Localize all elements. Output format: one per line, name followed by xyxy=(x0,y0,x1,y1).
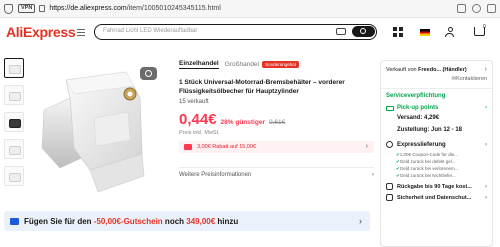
shield-icon xyxy=(386,194,393,201)
tax-note: Preis inkl. MwSt. xyxy=(179,130,220,136)
user-icon[interactable] xyxy=(445,27,455,38)
more-price-info[interactable]: Weitere Preisinformationen › xyxy=(179,172,374,178)
url-domain: https://de.aliexpress.com xyxy=(49,5,127,12)
banner-discount: -50,00€-Gutschein xyxy=(93,216,163,226)
bookmark-icon[interactable] xyxy=(472,4,481,13)
vpn-badge[interactable]: VPN xyxy=(18,4,36,13)
express-benefits-list: 1,00€ Coupon-Code für die... Geld zurück… xyxy=(396,151,487,179)
purchase-type-tabs: Einzelhandel Großhandel Sonderangebot xyxy=(179,58,374,70)
banner-middle: noch xyxy=(162,216,187,226)
chevron-right-icon: › xyxy=(485,141,487,148)
split-view-icon[interactable] xyxy=(457,4,466,13)
chevron-right-icon: › xyxy=(484,66,487,73)
list-item: Geld zurück bei Nichtliefer... xyxy=(396,172,487,179)
url-text[interactable]: https://de.aliexpress.com/item/100501024… xyxy=(49,5,221,12)
banner-prefix: Fügen Sie für den xyxy=(24,216,94,226)
truck-icon xyxy=(386,105,394,111)
discount-percent: 28% günstiger xyxy=(220,119,265,126)
browser-url-bar: VPN https://de.aliexpress.com/item/10050… xyxy=(0,0,500,18)
product-info: Einzelhandel Großhandel Sonderangebot 1 … xyxy=(179,58,374,178)
coupon-text: 3,00€ Rabatt auf 15,00€ xyxy=(197,144,257,150)
camera-icon[interactable] xyxy=(336,28,346,35)
divider xyxy=(381,88,492,89)
lock-icon xyxy=(39,5,46,12)
url-path: /item/1005010245345115.html xyxy=(126,5,221,12)
cart-count: 0 xyxy=(483,24,486,30)
thumbnail-3[interactable] xyxy=(4,112,24,132)
banner-text: Fügen Sie für den -50,00€-Gutschein noch… xyxy=(24,217,238,226)
security-row[interactable]: Sicherheit und Datenschut... › xyxy=(386,194,487,201)
list-item: Geld zurück bei defekt gel... xyxy=(396,158,487,165)
contact-seller-link[interactable]: Kontaktieren xyxy=(386,76,487,82)
list-item: Geld zurück bei verlorenem... xyxy=(396,165,487,172)
clock-icon xyxy=(386,141,393,148)
security-label: Sicherheit und Datenschut... xyxy=(397,194,472,201)
thumbnail-1[interactable] xyxy=(4,58,24,78)
thumbnail-2[interactable] xyxy=(4,85,24,105)
banner-suffix: hinzu xyxy=(215,216,239,226)
pickup-points-row[interactable]: Pick-up points › xyxy=(386,105,487,111)
main-product-image[interactable] xyxy=(30,58,165,208)
chevron-right-icon: › xyxy=(372,172,374,178)
search-bar: Fahrrad Licht LED Wiederaufladbar xyxy=(94,24,377,40)
seller-prefix: Verkauft von xyxy=(386,66,417,73)
coupon-progress-banner[interactable]: Fügen Sie für den -50,00€-Gutschein noch… xyxy=(4,211,370,231)
returns-label: Rückgabe bis 90 Tage kost... xyxy=(397,183,472,190)
shield-icon[interactable] xyxy=(4,3,13,14)
sold-count: 15 verkauft xyxy=(179,99,209,105)
current-price: 0,44€ xyxy=(179,111,217,128)
divider xyxy=(179,167,374,168)
shipping-cost: Versand: 4,29€ xyxy=(397,115,440,121)
site-header: AliExpress Fahrrad Licht LED Wiederaufla… xyxy=(0,18,500,48)
search-input[interactable]: Fahrrad Licht LED Wiederaufladbar xyxy=(103,28,197,34)
chevron-right-icon: › xyxy=(485,194,487,201)
return-icon xyxy=(386,183,393,190)
coupon-row[interactable]: 3,00€ Rabatt auf 15,00€ › xyxy=(179,141,374,153)
tab-wholesale[interactable]: Großhandel xyxy=(225,61,259,68)
product-title: 1 Stück Universal-Motorrad-Bremsbehälter… xyxy=(179,79,345,95)
thumbnail-list xyxy=(4,58,26,193)
seller-info: Verkauft von Freedo... (Händler) xyxy=(386,67,467,73)
seller-row[interactable]: Verkauft von Freedo... (Händler) › xyxy=(386,66,487,73)
browser-toolbar-icons xyxy=(457,4,496,13)
purchase-sidebar: Verkauft von Freedo... (Händler) › Konta… xyxy=(380,60,493,247)
returns-row[interactable]: Rückgabe bis 90 Tage kost... › xyxy=(386,183,487,190)
chevron-right-icon: › xyxy=(359,216,362,226)
tab-retail[interactable]: Einzelhandel xyxy=(179,60,219,69)
aliexpress-logo[interactable]: AliExpress xyxy=(6,24,76,40)
service-commitment-title: Serviceverpflichtung xyxy=(386,93,446,99)
more-price-info-label: Weitere Preisinformationen xyxy=(179,172,252,178)
chevron-right-icon: › xyxy=(485,105,487,111)
qr-code-icon[interactable] xyxy=(393,27,403,37)
delivery-date: Zustellung: Jun 12 - 18 xyxy=(397,127,463,133)
search-icon xyxy=(360,28,366,34)
chevron-right-icon: › xyxy=(485,183,487,190)
brake-reservoir-image xyxy=(41,71,145,193)
extensions-icon[interactable] xyxy=(487,4,496,13)
flag-germany-icon[interactable] xyxy=(420,29,430,36)
banner-amount: 349,00€ xyxy=(186,216,216,226)
pickup-points-label: Pick-up points xyxy=(397,105,439,111)
thumbnail-4[interactable] xyxy=(4,139,24,159)
seller-name: Freedo... (Händler) xyxy=(418,66,467,73)
coupon-icon xyxy=(10,217,19,225)
original-price: 0,61€ xyxy=(268,119,286,126)
thumbnail-5[interactable] xyxy=(4,166,24,186)
chevron-right-icon: › xyxy=(365,143,368,150)
zoom-button[interactable] xyxy=(140,67,157,80)
menu-icon[interactable] xyxy=(77,29,85,37)
price-row: 0,44€ 28% günstiger 0,61€ xyxy=(179,111,374,128)
special-offer-badge: Sonderangebot xyxy=(262,60,299,68)
coupon-icon xyxy=(184,144,192,150)
search-button[interactable] xyxy=(352,26,375,37)
express-delivery-label: Expresslieferung xyxy=(397,141,446,148)
express-delivery-row[interactable]: Expresslieferung › xyxy=(386,141,487,148)
list-item: 1,00€ Coupon-Code für die... xyxy=(396,151,487,158)
